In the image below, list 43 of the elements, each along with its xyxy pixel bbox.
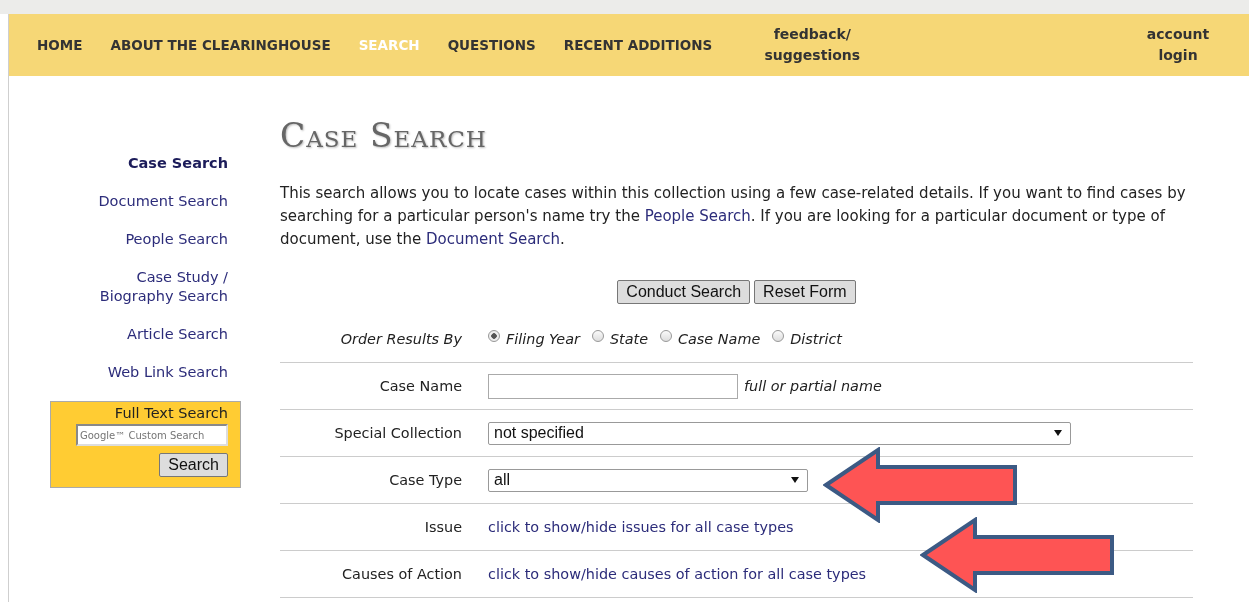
field-hint: full or partial name (744, 378, 882, 394)
panel-title: Full Text Search (114, 405, 228, 421)
form-button[interactable]: Conduct Search (617, 280, 751, 304)
link[interactable]: Document Search (425, 230, 560, 248)
field-label: Order Results By (339, 331, 463, 347)
nav-link[interactable]: ABOUT THE CLEARINGHOUSE (110, 37, 331, 53)
radio-label: District (790, 331, 842, 347)
toggle-link[interactable]: click to show/hide issues for all case types (488, 519, 794, 535)
toggle-link[interactable]: click to show/hide causes of action for all case types (488, 566, 867, 582)
radio-button[interactable] (488, 330, 500, 342)
search-field[interactable]: Google™ Custom Search (76, 424, 228, 446)
radio-button[interactable] (591, 330, 604, 342)
radio-button[interactable] (660, 330, 672, 342)
sidebar-link[interactable]: Case Study / Biography Search (78, 268, 228, 306)
sidebar-link[interactable]: Document Search (78, 192, 228, 211)
page-title: Case Search (280, 116, 488, 155)
sidebar-link[interactable]: Case Search (78, 154, 228, 173)
field-label: Case Name (378, 378, 463, 394)
nav-link[interactable]: feedback/ suggestions (762, 24, 863, 66)
caret-icon (791, 477, 799, 483)
radio-label: Case Name (678, 331, 761, 347)
radio-label: State (609, 331, 648, 347)
field-label: Case Type (388, 472, 463, 488)
text-field[interactable] (488, 373, 738, 399)
dropdown[interactable]: all (488, 468, 808, 492)
link[interactable]: People Search (644, 207, 751, 225)
radio-label: Filing Year (506, 331, 580, 347)
nav-link[interactable]: HOME (37, 37, 83, 53)
sidebar-link[interactable]: Web Link Search (78, 363, 228, 382)
field-label: Causes of Action (341, 566, 463, 582)
intro-paragraph: This search allows you to locate cases within this collection using a few case-related details. If you want to find cases by searching for a particular person's name try the People Search. If you are looking for a particular document or type of document, use the Document Search. (280, 183, 1187, 250)
nav-link[interactable]: RECENT ADDITIONS (563, 37, 713, 53)
caret-icon (1054, 430, 1062, 436)
field-label: Special Collection (333, 425, 463, 441)
dropdown[interactable]: not specified (488, 421, 1071, 445)
search-button[interactable]: Search (159, 453, 228, 477)
sidebar-link[interactable]: People Search (78, 230, 228, 249)
sidebar-link[interactable]: Article Search (78, 325, 228, 344)
radio-button[interactable] (772, 330, 785, 342)
nav-link[interactable]: account login (1143, 24, 1213, 66)
field-label: Issue (423, 519, 463, 535)
form-button[interactable]: Reset Form (754, 280, 856, 304)
nav-link[interactable]: QUESTIONS (447, 37, 536, 53)
